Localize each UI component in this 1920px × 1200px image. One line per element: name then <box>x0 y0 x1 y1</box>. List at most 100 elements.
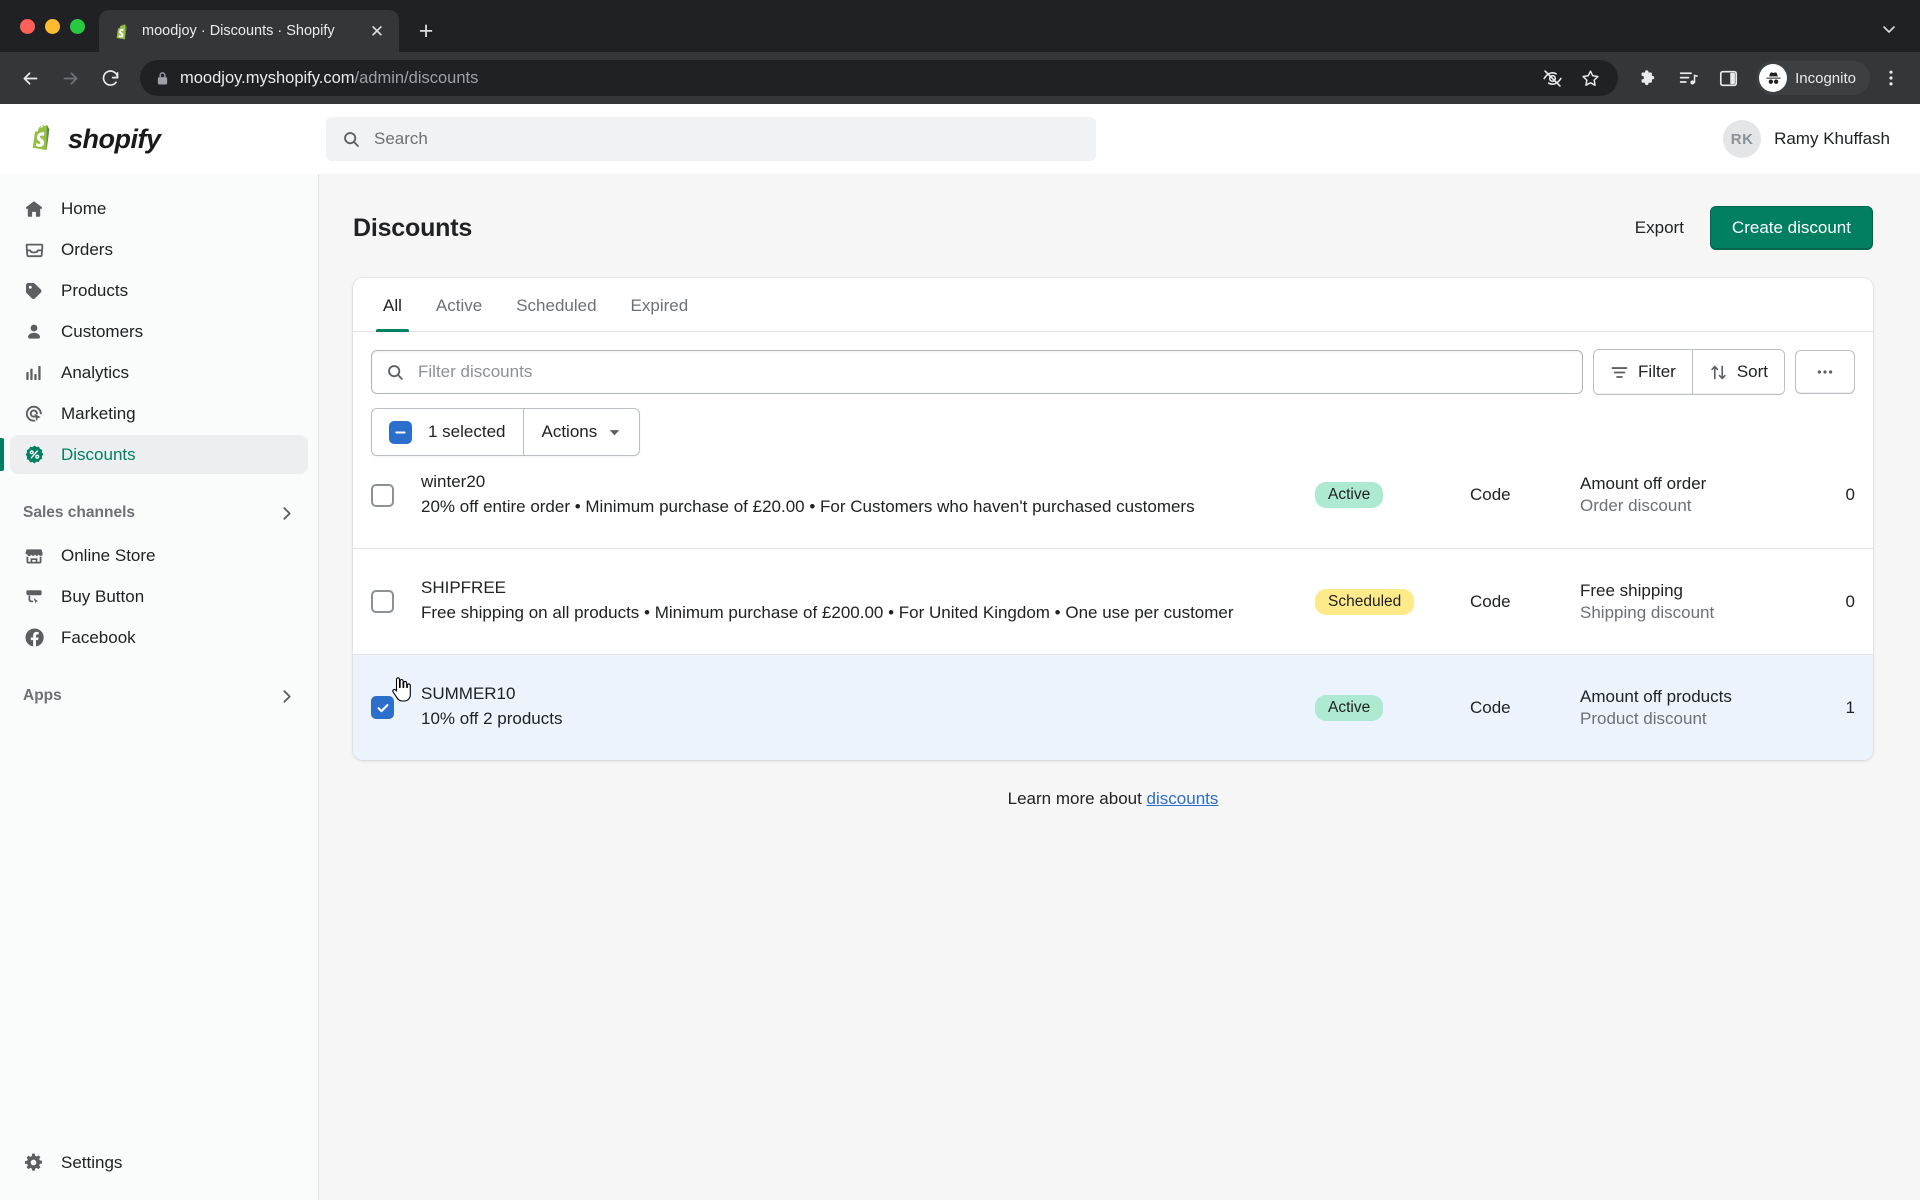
sidebar-item-products[interactable]: Products <box>10 271 308 310</box>
marketing-target-icon <box>23 403 45 425</box>
filter-sort-group: Filter Sort <box>1593 349 1785 395</box>
filter-discounts-input[interactable]: Filter discounts <box>371 350 1584 394</box>
tab-active[interactable]: Active <box>419 278 499 331</box>
incognito-profile-button[interactable]: Incognito <box>1756 61 1870 95</box>
discounts-help-link[interactable]: discounts <box>1147 789 1219 808</box>
row-status-cell: Scheduled <box>1315 588 1470 615</box>
close-window-button[interactable] <box>20 18 35 34</box>
sidebar-item-label: Customers <box>61 321 144 341</box>
browser-tab[interactable]: moodjoy · Discounts · Shopify ✕ <box>99 10 399 52</box>
browser-toolbar: moodjoy.myshopify.com/admin/discounts In… <box>0 52 1920 104</box>
status-badge: Active <box>1315 694 1384 721</box>
eye-off-icon[interactable] <box>1534 60 1570 96</box>
status-badge: Active <box>1315 482 1384 508</box>
close-tab-icon[interactable]: ✕ <box>365 19 389 43</box>
omnibox-actions <box>1534 60 1608 96</box>
sidebar-item-online-store[interactable]: Online Store <box>10 536 308 575</box>
sidebar: Home Orders Products Customers Analytics… <box>0 174 319 1200</box>
extensions-puzzle-icon[interactable] <box>1630 60 1666 96</box>
discount-method: Code <box>1470 697 1511 717</box>
row-main-cell: winter20 20% off entire order • Minimum … <box>421 472 1315 518</box>
sidebar-item-label: Online Store <box>61 545 156 565</box>
maximize-window-button[interactable] <box>70 18 85 34</box>
caret-down-icon <box>608 426 621 439</box>
discount-method: Code <box>1470 485 1511 504</box>
star-icon[interactable] <box>1572 60 1608 96</box>
discount-type-sub: Shipping discount <box>1580 602 1715 622</box>
search-icon <box>386 363 405 382</box>
sidebar-item-analytics[interactable]: Analytics <box>10 353 308 392</box>
sidebar-section-sales-channels[interactable]: Sales channels <box>10 493 308 533</box>
reload-icon[interactable] <box>92 60 128 96</box>
discount-description: 10% off 2 products <box>421 709 563 729</box>
page-body: Home Orders Products Customers Analytics… <box>0 174 1920 1200</box>
avatar: RK <box>1723 120 1762 158</box>
tab-scheduled[interactable]: Scheduled <box>499 278 613 331</box>
discounts-card: All Active Scheduled Expired Filter disc… <box>353 278 1873 760</box>
table-row[interactable]: SUMMER10 10% off 2 products Active Code … <box>353 654 1873 760</box>
url-path: /admin/discounts <box>354 68 479 87</box>
buy-button-icon <box>23 586 45 608</box>
tab-list-chevron-down-icon[interactable] <box>1872 12 1906 46</box>
tab-expired[interactable]: Expired <box>614 278 706 331</box>
sidebar-item-marketing[interactable]: Marketing <box>10 394 308 433</box>
row-main-cell: SUMMER10 10% off 2 products <box>421 684 1315 730</box>
page-actions: Export Create discount <box>1623 206 1873 250</box>
bulk-actions-button[interactable]: Actions <box>522 409 640 455</box>
sort-button[interactable]: Sort <box>1691 350 1784 394</box>
new-tab-button[interactable]: + <box>409 14 443 48</box>
orders-inbox-icon <box>23 239 45 261</box>
chevron-right-icon[interactable] <box>278 505 295 522</box>
bulk-select-all[interactable]: 1 selected <box>372 409 522 455</box>
minimize-window-button[interactable] <box>45 18 60 34</box>
more-options-button[interactable] <box>1795 350 1855 394</box>
user-menu-button[interactable]: RK Ramy Khuffash <box>1723 120 1894 158</box>
sidebar-section-label: Sales channels <box>23 504 136 521</box>
reading-list-icon[interactable] <box>1670 60 1706 96</box>
row-checkbox[interactable] <box>371 590 394 613</box>
discount-type-sub: Product discount <box>1580 708 1707 728</box>
bulk-actions-row: 1 selected Actions <box>353 408 1873 456</box>
sidebar-item-facebook[interactable]: Facebook <box>10 618 308 657</box>
export-button[interactable]: Export <box>1623 209 1696 247</box>
user-name: Ramy Khuffash <box>1774 129 1890 148</box>
discount-code: winter20 <box>421 471 486 491</box>
filter-lines-icon <box>1610 363 1629 382</box>
shopify-bag-icon <box>32 124 50 150</box>
sidebar-item-discounts[interactable]: Discounts <box>0 435 308 474</box>
discount-description: Free shipping on all products • Minimum … <box>421 603 1234 623</box>
side-panel-icon[interactable] <box>1710 60 1746 96</box>
address-bar[interactable]: moodjoy.myshopify.com/admin/discounts <box>140 60 1619 96</box>
sidebar-item-label: Orders <box>61 239 113 259</box>
create-discount-button[interactable]: Create discount <box>1709 206 1873 250</box>
forward-arrow-icon[interactable] <box>52 60 88 96</box>
page-title: Discounts <box>353 213 473 242</box>
shopify-logo[interactable]: shopify <box>26 121 326 158</box>
sidebar-item-orders[interactable]: Orders <box>10 230 308 269</box>
shopify-topbar: shopify Search RK Ramy Khuffash <box>0 104 1920 174</box>
search-input[interactable]: Search <box>326 117 1096 161</box>
products-tag-icon <box>23 280 45 302</box>
sidebar-section-apps[interactable]: Apps <box>10 676 308 716</box>
row-checkbox[interactable] <box>371 483 394 507</box>
incognito-hat-icon <box>1759 64 1788 92</box>
filter-button-label: Filter <box>1638 362 1676 381</box>
sidebar-item-settings[interactable]: Settings <box>0 1136 318 1190</box>
bulk-actions-bar: 1 selected Actions <box>371 408 641 456</box>
three-dot-menu-icon[interactable] <box>1874 61 1908 95</box>
table-row[interactable]: SHIPFREE Free shipping on all products •… <box>353 548 1873 654</box>
sidebar-item-buy-button[interactable]: Buy Button <box>10 577 308 616</box>
filter-button[interactable]: Filter <box>1594 350 1692 394</box>
table-row[interactable]: winter20 20% off entire order • Minimum … <box>353 442 1873 548</box>
tab-all[interactable]: All <box>366 278 419 332</box>
sidebar-item-customers[interactable]: Customers <box>10 312 308 351</box>
back-arrow-icon[interactable] <box>12 60 48 96</box>
shopify-wordmark: shopify <box>68 123 161 154</box>
row-checkbox[interactable] <box>371 696 394 719</box>
select-all-checkbox[interactable] <box>389 420 412 444</box>
sidebar-item-home[interactable]: Home <box>10 189 308 228</box>
row-status-cell: Active <box>1315 694 1470 721</box>
sidebar-item-label: Buy Button <box>61 586 145 606</box>
sidebar-item-label: Settings <box>61 1153 123 1172</box>
chevron-right-icon[interactable] <box>278 688 295 705</box>
